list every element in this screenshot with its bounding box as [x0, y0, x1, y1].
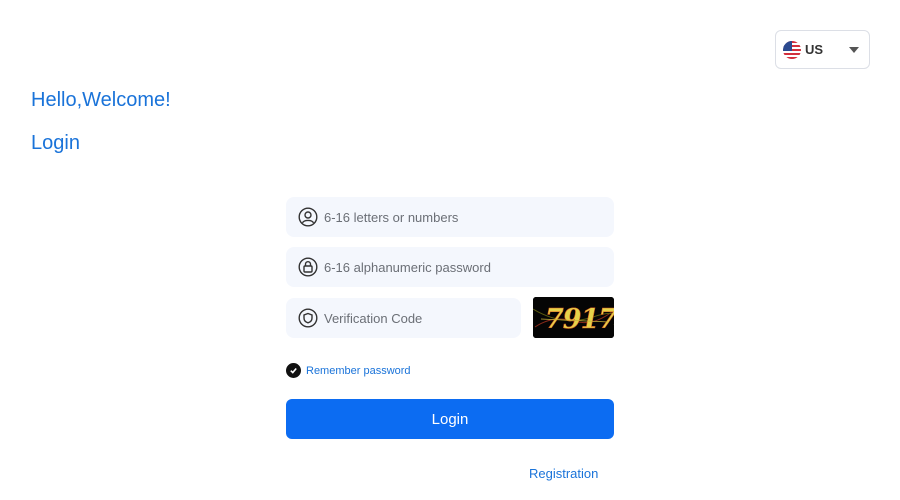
- remember-password-label: Remember password: [306, 364, 411, 377]
- captcha-image[interactable]: 7917: [533, 297, 614, 338]
- verification-input[interactable]: [324, 310, 521, 326]
- username-input[interactable]: [324, 209, 584, 225]
- login-button[interactable]: Login: [286, 399, 614, 439]
- language-label: US: [805, 42, 824, 57]
- us-flag-icon: [783, 40, 801, 59]
- user-icon: [298, 207, 318, 227]
- shield-icon: [298, 308, 318, 328]
- lock-icon: [298, 257, 318, 277]
- page-title: Login: [31, 132, 80, 154]
- language-select[interactable]: US: [775, 30, 870, 69]
- password-input[interactable]: [324, 259, 584, 275]
- login-page: US Hello,Welcome! Login 6-16 letters or …: [0, 0, 900, 500]
- registration-link[interactable]: Registration: [529, 466, 598, 481]
- check-icon[interactable]: [286, 363, 301, 378]
- username-field[interactable]: [286, 197, 614, 237]
- verification-field[interactable]: [286, 298, 521, 338]
- password-field[interactable]: [286, 247, 614, 287]
- caret-down-icon: [849, 47, 859, 53]
- greeting-text: Hello,Welcome!: [31, 89, 171, 111]
- remember-password[interactable]: Remember password: [286, 363, 411, 378]
